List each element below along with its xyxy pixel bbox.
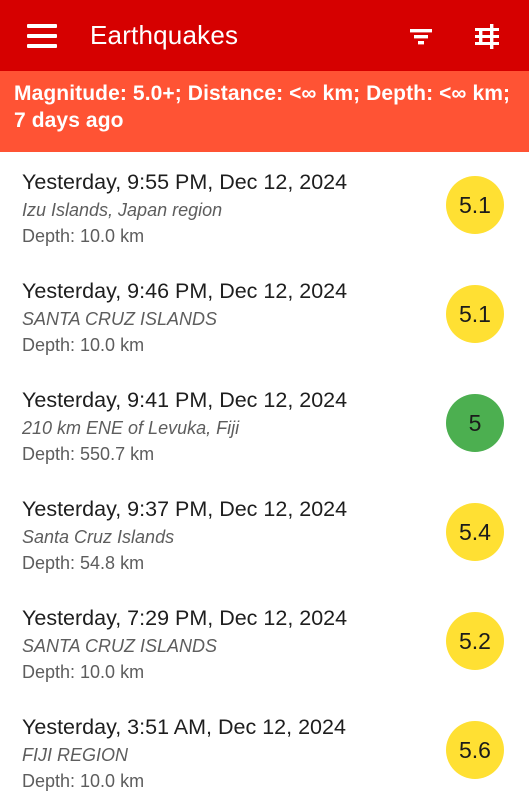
quake-time: Yesterday, 9:37 PM, Dec 12, 2024 (22, 497, 348, 521)
quake-place: SANTA CRUZ ISLANDS (22, 309, 218, 330)
quake-depth: Depth: 10.0 km (22, 335, 145, 356)
quake-place: 210 km ENE of Levuka, Fiji (22, 418, 240, 439)
filter-list-icon[interactable] (401, 16, 441, 56)
hamburger-menu-icon[interactable] (20, 14, 64, 58)
filter-summary-text: Magnitude: 5.0+; Distance: <∞ km; Depth:… (14, 82, 511, 133)
magnitude-badge: 5.1 (446, 176, 504, 234)
quake-depth: Depth: 10.0 km (22, 226, 145, 247)
list-item[interactable]: Yesterday, 3:51 AM, Dec 12, 2024 FIJI RE… (0, 697, 529, 800)
quake-place: FIJI REGION (22, 745, 129, 766)
quake-time: Yesterday, 9:41 PM, Dec 12, 2024 (22, 388, 348, 412)
quake-place: SANTA CRUZ ISLANDS (22, 636, 218, 657)
hamburger-line-3 (27, 43, 57, 48)
app-bar-actions (401, 16, 529, 56)
quake-place: Santa Cruz Islands (22, 527, 175, 548)
quake-depth: Depth: 550.7 km (22, 444, 155, 465)
quake-time: Yesterday, 7:29 PM, Dec 12, 2024 (22, 606, 348, 630)
page-title: Earthquakes (90, 20, 239, 50)
list-item-info: Yesterday, 3:51 AM, Dec 12, 2024 FIJI RE… (22, 711, 438, 794)
list-item-info: Yesterday, 9:37 PM, Dec 12, 2024 Santa C… (22, 493, 438, 576)
list-item[interactable]: Yesterday, 9:41 PM, Dec 12, 2024 210 km … (0, 370, 529, 479)
magnitude-badge: 5.6 (446, 721, 504, 779)
magnitude-badge: 5.4 (446, 503, 504, 561)
list-item[interactable]: Yesterday, 9:55 PM, Dec 12, 2024 Izu Isl… (0, 152, 529, 261)
magnitude-badge: 5.1 (446, 285, 504, 343)
list-item-info: Yesterday, 9:46 PM, Dec 12, 2024 SANTA C… (22, 275, 438, 358)
app-bar: Earthquakes (0, 0, 529, 71)
quake-time: Yesterday, 9:46 PM, Dec 12, 2024 (22, 279, 348, 303)
quake-depth: Depth: 10.0 km (22, 662, 145, 683)
list-item[interactable]: Yesterday, 9:37 PM, Dec 12, 2024 Santa C… (0, 479, 529, 588)
quake-time: Yesterday, 3:51 AM, Dec 12, 2024 (22, 715, 346, 739)
tune-sliders-icon[interactable] (467, 16, 507, 56)
earthquake-list[interactable]: Yesterday, 9:55 PM, Dec 12, 2024 Izu Isl… (0, 152, 529, 800)
hamburger-line-1 (27, 23, 57, 28)
quake-place: Izu Islands, Japan region (22, 200, 223, 221)
quake-depth: Depth: 10.0 km (22, 771, 145, 792)
list-item[interactable]: Yesterday, 7:29 PM, Dec 12, 2024 SANTA C… (0, 588, 529, 697)
quake-depth: Depth: 54.8 km (22, 553, 145, 574)
list-item-info: Yesterday, 9:41 PM, Dec 12, 2024 210 km … (22, 384, 438, 467)
hamburger-line-2 (27, 33, 57, 38)
filter-summary-banner[interactable]: Magnitude: 5.0+; Distance: <∞ km; Depth:… (0, 71, 529, 152)
magnitude-badge: 5 (446, 394, 504, 452)
list-item-info: Yesterday, 7:29 PM, Dec 12, 2024 SANTA C… (22, 602, 438, 685)
list-item[interactable]: Yesterday, 9:46 PM, Dec 12, 2024 SANTA C… (0, 261, 529, 370)
quake-time: Yesterday, 9:55 PM, Dec 12, 2024 (22, 170, 348, 194)
magnitude-badge: 5.2 (446, 612, 504, 670)
list-item-info: Yesterday, 9:55 PM, Dec 12, 2024 Izu Isl… (22, 166, 438, 249)
